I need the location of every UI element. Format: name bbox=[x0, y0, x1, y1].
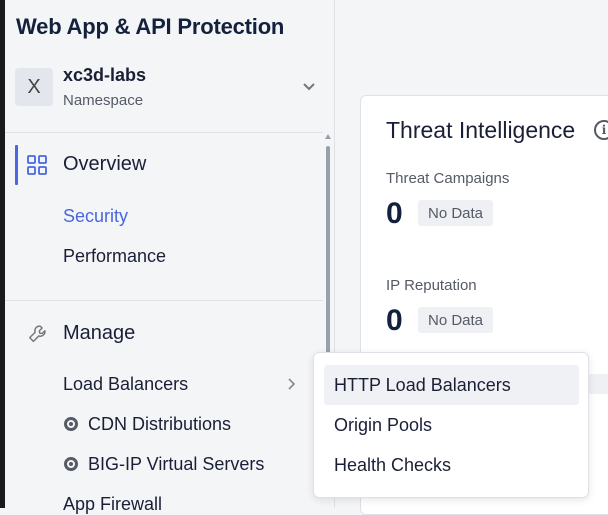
metric-label-ip-reputation: IP Reputation bbox=[386, 277, 477, 294]
chevron-down-icon[interactable] bbox=[301, 78, 317, 94]
menu-item-origin-pools[interactable]: Origin Pools bbox=[324, 405, 579, 445]
wrench-icon bbox=[29, 325, 46, 343]
chevron-right-icon bbox=[288, 378, 296, 390]
sidebar-item-cdn-distributions[interactable]: CDN Distributions bbox=[88, 414, 231, 435]
sidebar-scrollbar[interactable] bbox=[326, 146, 330, 360]
info-icon[interactable]: i bbox=[594, 120, 608, 140]
namespace-name[interactable]: xc3d-labs bbox=[63, 65, 146, 86]
sidebar-item-bigip-virtual-servers[interactable]: BIG-IP Virtual Servers bbox=[88, 454, 264, 475]
section-manage[interactable]: Manage bbox=[63, 322, 135, 345]
section-overview[interactable]: Overview bbox=[63, 153, 146, 176]
menu-item-http-load-balancers[interactable]: HTTP Load Balancers bbox=[324, 365, 579, 405]
status-icon bbox=[64, 457, 78, 471]
grid-icon bbox=[27, 155, 47, 175]
sidebar-item-security[interactable]: Security bbox=[63, 206, 128, 227]
sidebar-item-performance[interactable]: Performance bbox=[63, 246, 166, 267]
card-title: Threat Intelligence bbox=[386, 117, 576, 143]
metric-value-ip-reputation: 0 bbox=[386, 304, 403, 337]
sidebar: Web App & API Protection X xc3d-labs Nam… bbox=[5, 0, 335, 514]
no-data-badge: No Data bbox=[418, 200, 494, 226]
namespace-avatar[interactable]: X bbox=[15, 68, 53, 106]
sidebar-divider bbox=[5, 300, 323, 301]
metric-value-threat-campaigns: 0 bbox=[386, 197, 403, 230]
menu-item-health-checks[interactable]: Health Checks bbox=[324, 445, 579, 485]
scroll-up-arrow[interactable] bbox=[325, 134, 331, 139]
active-indicator bbox=[15, 145, 18, 185]
no-data-badge: No Data bbox=[418, 307, 494, 333]
namespace-label: Namespace bbox=[63, 92, 144, 109]
status-icon bbox=[64, 417, 78, 431]
metric-label-threat-campaigns: Threat Campaigns bbox=[386, 170, 510, 187]
sidebar-item-load-balancers[interactable]: Load Balancers bbox=[63, 374, 188, 395]
load-balancers-submenu: HTTP Load Balancers Origin Pools Health … bbox=[313, 352, 589, 498]
app-title: Web App & API Protection bbox=[16, 14, 285, 39]
sidebar-divider bbox=[5, 132, 323, 133]
sidebar-item-app-firewall[interactable]: App Firewall bbox=[63, 494, 162, 515]
